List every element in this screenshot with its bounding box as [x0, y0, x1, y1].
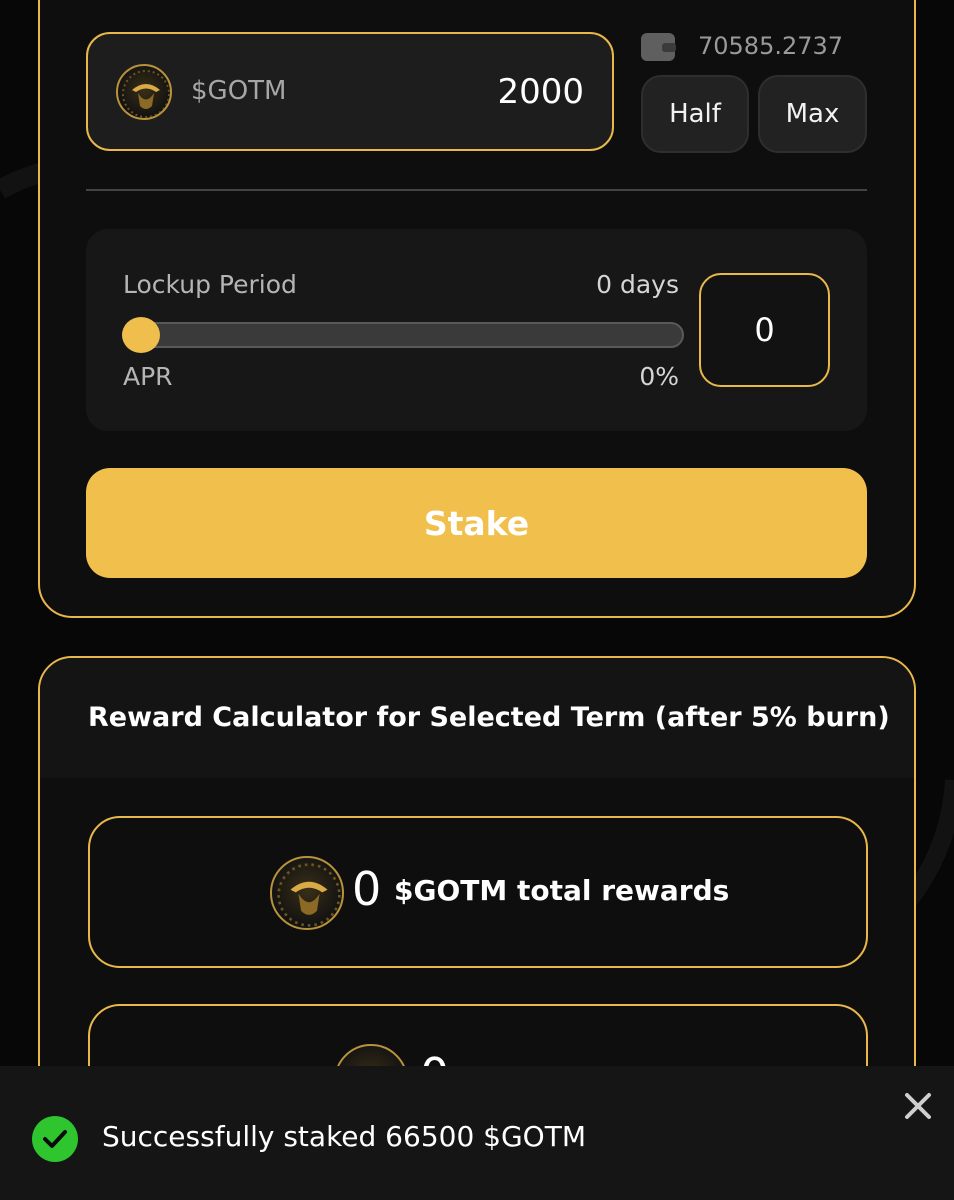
stake-button[interactable]: Stake — [86, 468, 867, 578]
lockup-days-text: 0 days — [596, 270, 679, 299]
reward-calculator-header: Reward Calculator for Selected Term (aft… — [40, 658, 914, 778]
reward-calculator-title: Reward Calculator for Selected Term (aft… — [88, 702, 890, 733]
total-rewards-amount: 0 — [352, 862, 382, 916]
lockup-slider-thumb[interactable] — [122, 317, 160, 353]
close-icon[interactable] — [902, 1090, 934, 1122]
toast-message: Successfully staked 66500 $GOTM — [102, 1120, 586, 1153]
lockup-period-label: Lockup Period — [123, 270, 297, 299]
wallet-icon — [641, 33, 676, 61]
lockup-slider-track[interactable] — [122, 322, 684, 348]
stake-amount-field[interactable]: $GOTM 2000 — [86, 32, 614, 151]
max-button[interactable]: Max — [758, 75, 867, 153]
gotm-logo-icon — [116, 64, 172, 120]
apr-value: 0% — [639, 362, 679, 391]
apr-label: APR — [123, 362, 173, 391]
half-button[interactable]: Half — [641, 75, 749, 153]
total-rewards-box: 0 $GOTM total rewards — [88, 816, 868, 968]
stake-amount-value[interactable]: 2000 — [497, 72, 584, 112]
wallet-balance: 70585.2737 — [698, 32, 844, 60]
lockup-days-input[interactable]: 0 — [699, 273, 830, 387]
total-rewards-label: $GOTM total rewards — [394, 874, 730, 907]
success-toast: Successfully staked 66500 $GOTM — [0, 1066, 954, 1200]
token-symbol: $GOTM — [191, 76, 287, 106]
divider — [86, 189, 867, 191]
check-circle-icon — [32, 1116, 78, 1162]
gotm-logo-icon — [270, 856, 344, 930]
